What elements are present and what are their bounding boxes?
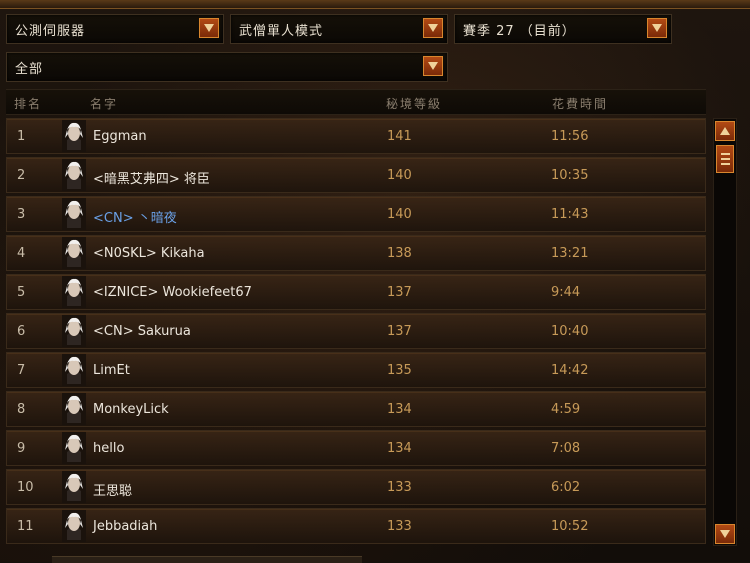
time-spent-cell: 4:59 <box>551 402 581 417</box>
player-name[interactable]: hello <box>93 441 124 456</box>
top-frame-bar <box>0 0 750 9</box>
rank-cell: 4 <box>17 246 26 261</box>
rift-level-cell: 137 <box>387 285 412 300</box>
mode-dropdown[interactable]: 武僧單人模式 <box>230 14 448 44</box>
time-spent-cell: 11:56 <box>551 129 589 144</box>
rift-level-cell: 141 <box>387 129 412 144</box>
rank-cell: 1 <box>17 129 26 144</box>
player-name[interactable]: <CN> Sakurua <box>93 324 191 339</box>
mode-dropdown-value: 武僧單人模式 <box>239 24 324 39</box>
column-header-rank[interactable]: 排名 <box>14 95 42 112</box>
table-row[interactable]: 3 <CN> 丶暗夜 140 11:43 <box>6 196 706 232</box>
time-spent-cell: 10:52 <box>551 519 589 534</box>
rank-cell: 6 <box>17 324 26 339</box>
table-row[interactable]: 4 <N0SKL> Kikaha 138 13:21 <box>6 235 706 271</box>
rift-level-cell: 140 <box>387 168 412 183</box>
player-name[interactable]: <N0SKL> Kikaha <box>93 246 205 261</box>
rift-level-cell: 137 <box>387 324 412 339</box>
rift-level-cell: 134 <box>387 402 412 417</box>
monk-portrait-icon <box>62 471 86 503</box>
season-dropdown[interactable]: 賽季 27 （目前） <box>454 14 672 44</box>
class-filter-dropdown-value: 全部 <box>15 62 44 77</box>
time-spent-cell: 10:35 <box>551 168 589 183</box>
arrow-up-icon[interactable] <box>715 121 735 141</box>
rift-level-cell: 140 <box>387 207 412 222</box>
class-filter-dropdown[interactable]: 全部 <box>6 52 448 82</box>
rift-level-cell: 134 <box>387 441 412 456</box>
table-row[interactable]: 11 Jebbadiah 133 10:52 <box>6 508 706 544</box>
player-name[interactable]: <IZNICE> Wookiefeet67 <box>93 285 252 300</box>
table-row[interactable]: 6 <CN> Sakurua 137 10:40 <box>6 313 706 349</box>
time-spent-cell: 10:40 <box>551 324 589 339</box>
monk-portrait-icon <box>62 237 86 269</box>
player-name[interactable]: 王思聪 <box>93 480 132 499</box>
rift-level-cell: 133 <box>387 519 412 534</box>
scrollbar-track[interactable] <box>713 118 737 546</box>
chevron-down-icon[interactable] <box>423 56 443 76</box>
rank-cell: 5 <box>17 285 26 300</box>
monk-portrait-icon <box>62 276 86 308</box>
time-spent-cell: 9:44 <box>551 285 581 300</box>
chevron-down-icon[interactable] <box>199 18 219 38</box>
column-header-level[interactable]: 秘境等級 <box>386 95 442 112</box>
chevron-down-icon[interactable] <box>423 18 443 38</box>
time-spent-cell: 6:02 <box>551 480 581 495</box>
monk-portrait-icon <box>62 354 86 386</box>
table-row[interactable]: 1 Eggman 141 11:56 <box>6 118 706 154</box>
monk-portrait-icon <box>62 315 86 347</box>
rank-cell: 11 <box>17 519 34 534</box>
player-name[interactable]: Jebbadiah <box>93 519 157 534</box>
time-spent-cell: 7:08 <box>551 441 581 456</box>
rank-cell: 2 <box>17 168 26 183</box>
rank-cell: 10 <box>17 480 34 495</box>
column-header-name[interactable]: 名字 <box>90 95 118 112</box>
rift-level-cell: 133 <box>387 480 412 495</box>
monk-portrait-icon <box>62 198 86 230</box>
rank-cell: 7 <box>17 363 26 378</box>
arrow-down-icon[interactable] <box>715 524 735 544</box>
server-dropdown[interactable]: 公測伺服器 <box>6 14 224 44</box>
time-spent-cell: 14:42 <box>551 363 589 378</box>
player-name[interactable]: MonkeyLick <box>93 402 169 417</box>
rift-level-cell: 138 <box>387 246 412 261</box>
table-row[interactable]: 8 MonkeyLick 134 4:59 <box>6 391 706 427</box>
table-row[interactable]: 5 <IZNICE> Wookiefeet67 137 9:44 <box>6 274 706 310</box>
monk-portrait-icon <box>62 159 86 191</box>
rank-cell: 8 <box>17 402 26 417</box>
player-name[interactable]: LimEt <box>93 363 130 378</box>
leaderboard-header: 排名 名字 秘境等級 花費時間 <box>6 89 706 115</box>
rank-cell: 9 <box>17 441 26 456</box>
scroll-thumb-icon[interactable] <box>716 145 734 173</box>
column-header-time[interactable]: 花費時間 <box>552 95 608 112</box>
monk-portrait-icon <box>62 432 86 464</box>
server-dropdown-value: 公測伺服器 <box>15 24 86 39</box>
monk-portrait-icon <box>62 510 86 542</box>
season-dropdown-value: 賽季 27 （目前） <box>463 24 576 39</box>
player-name[interactable]: <暗黑艾弗四> 将臣 <box>93 168 210 187</box>
table-row[interactable]: 7 LimEt 135 14:42 <box>6 352 706 388</box>
chevron-down-icon[interactable] <box>647 18 667 38</box>
table-row[interactable]: 2 <暗黑艾弗四> 将臣 140 10:35 <box>6 157 706 193</box>
rank-cell: 3 <box>17 207 26 222</box>
table-row[interactable]: 9 hello 134 7:08 <box>6 430 706 466</box>
player-name[interactable]: <CN> 丶暗夜 <box>93 207 177 226</box>
time-spent-cell: 11:43 <box>551 207 589 222</box>
player-name[interactable]: Eggman <box>93 129 147 144</box>
table-row[interactable]: 10 王思聪 133 6:02 <box>6 469 706 505</box>
monk-portrait-icon <box>62 120 86 152</box>
monk-portrait-icon <box>62 393 86 425</box>
rift-level-cell: 135 <box>387 363 412 378</box>
time-spent-cell: 13:21 <box>551 246 589 261</box>
